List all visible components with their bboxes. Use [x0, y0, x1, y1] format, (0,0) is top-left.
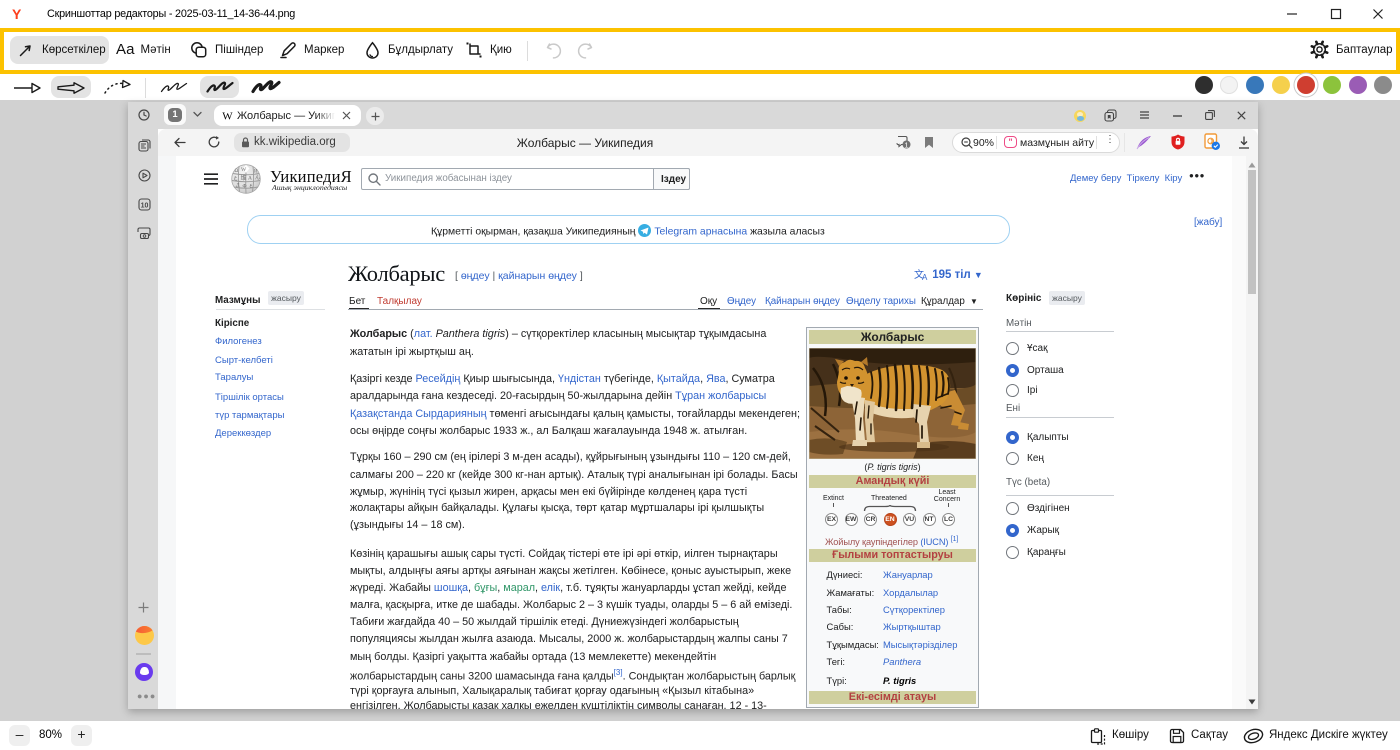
svg-text:Ω: Ω [235, 169, 239, 174]
svg-text:W: W [241, 167, 247, 173]
svg-text:Φ: Φ [243, 184, 247, 190]
svg-text:1: 1 [904, 140, 908, 149]
svg-text:ع: ع [250, 184, 253, 189]
svg-text:A: A [922, 273, 928, 280]
svg-text:维: 维 [241, 174, 247, 182]
svg-text:ん: ん [255, 175, 260, 181]
svg-text:A: A [248, 176, 252, 182]
svg-text:W: W [222, 111, 233, 123]
svg-text:И: И [254, 170, 258, 175]
svg-text:Д: Д [236, 184, 240, 189]
svg-text:10: 10 [140, 202, 148, 209]
